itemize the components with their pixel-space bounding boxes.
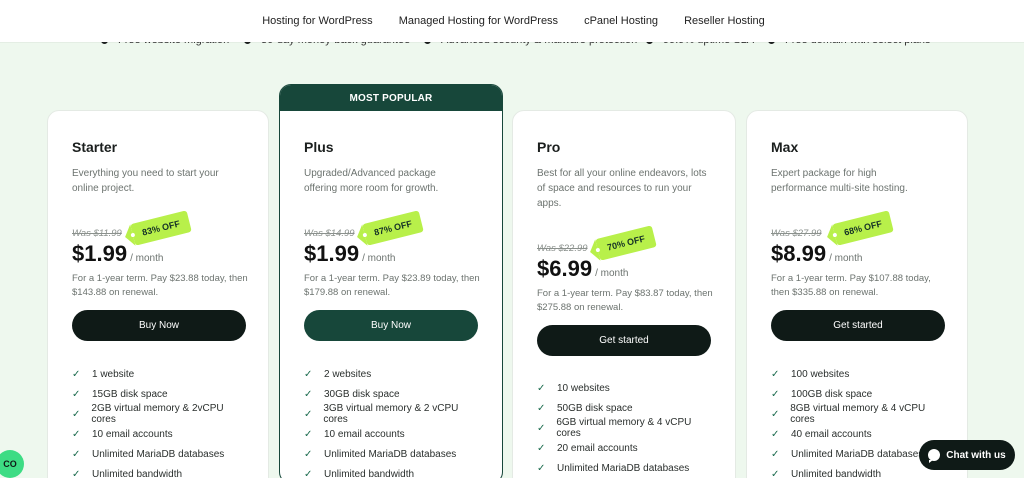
- nav-link-managed-wordpress[interactable]: Managed Hosting for WordPress: [399, 15, 558, 27]
- plan-description: Best for all your online endeavors, lots…: [537, 168, 707, 209]
- check-icon: ✓: [537, 442, 546, 454]
- nav-link-reseller-hosting[interactable]: Reseller Hosting: [684, 15, 765, 27]
- check-icon: ✓: [771, 448, 780, 460]
- check-icon: ✓: [771, 468, 780, 478]
- price: $1.99: [72, 241, 128, 266]
- list-item: ✓ 2GB virtual memory & 2vCPU cores: [72, 403, 224, 425]
- price: $8.99: [771, 241, 827, 266]
- get-started-button[interactable]: Get started: [537, 325, 711, 356]
- top-navigation: Hosting for WordPress Managed Hosting fo…: [0, 0, 1024, 42]
- list-item: ✓ Unlimited MariaDB databases: [537, 462, 690, 474]
- check-icon: ✓: [304, 448, 313, 460]
- get-started-button[interactable]: Get started: [771, 310, 945, 341]
- term-note: For a 1-year term. Pay $23.89 today, the…: [304, 273, 480, 298]
- list-item: ✓ Unlimited bandwidth: [771, 468, 882, 478]
- list-item: ✓ Unlimited MariaDB databases: [771, 448, 924, 460]
- list-item: ✓ 10 email accounts: [72, 428, 173, 440]
- plan-name: Starter: [72, 139, 118, 155]
- check-icon: ✓: [304, 428, 313, 440]
- price-period: / month: [362, 253, 396, 264]
- plan-name: Pro: [537, 139, 561, 155]
- list-item: ✓ 8GB virtual memory & 4 vCPU cores: [771, 403, 926, 425]
- plan-description: Everything you need to start your online…: [72, 168, 219, 194]
- plan-description: Upgraded/Advanced package offering more …: [304, 168, 439, 194]
- check-icon: ✓: [771, 388, 780, 400]
- list-item: ✓ 100 websites: [771, 368, 850, 380]
- check-icon: ✓: [72, 388, 81, 400]
- list-item: ✓ Unlimited MariaDB databases: [304, 448, 457, 460]
- list-item: ✓ 1 website: [72, 368, 135, 380]
- check-icon: ✓: [537, 462, 546, 474]
- check-icon: ✓: [537, 402, 546, 414]
- price: $1.99: [304, 241, 360, 266]
- term-note: For a 1-year term. Pay $83.87 today, the…: [537, 288, 713, 313]
- price-period: / month: [829, 253, 863, 264]
- list-item: ✓ 50GB disk space: [537, 402, 633, 414]
- feature-list: ✓ 10 websites ✓ 50GB disk space ✓ 6GB virtu…: [537, 378, 711, 478]
- list-item: ✓ 30GB disk space: [304, 388, 400, 400]
- list-item: ✓ 20 email accounts: [537, 442, 638, 454]
- feature-list: ✓ 100 websites ✓ 100GB disk space ✓ 8GB vir…: [771, 364, 943, 478]
- nav-link-hosting-wordpress[interactable]: Hosting for WordPress: [262, 15, 372, 27]
- check-icon: ✓: [771, 408, 780, 420]
- list-item: ✓ 10 email accounts: [304, 428, 405, 440]
- chat-with-us-button[interactable]: Chat with us: [919, 440, 1015, 470]
- corner-widget-badge[interactable]: CO: [0, 450, 24, 478]
- check-icon: ✓: [304, 468, 313, 478]
- check-icon: ✓: [537, 382, 546, 394]
- plan-name: Max: [771, 139, 799, 155]
- nav-link-cpanel-hosting[interactable]: cPanel Hosting: [584, 15, 658, 27]
- check-icon: ✓: [72, 368, 81, 380]
- buy-now-button[interactable]: Buy Now: [304, 310, 478, 341]
- check-icon: ✓: [72, 428, 81, 440]
- check-icon: ✓: [72, 468, 81, 478]
- check-icon: ✓: [771, 428, 780, 440]
- price: $6.99: [537, 256, 593, 281]
- list-item: ✓ 15GB disk space: [72, 388, 168, 400]
- feature-list: ✓ 2 websites ✓ 30GB disk space ✓ 3GB virtua…: [304, 364, 478, 478]
- list-item: ✓ 100GB disk space: [771, 388, 873, 400]
- check-icon: ✓: [537, 422, 546, 434]
- check-icon: ✓: [72, 408, 81, 420]
- term-note: For a 1-year term. Pay $23.88 today, the…: [72, 273, 248, 298]
- plan-name: Plus: [304, 139, 334, 155]
- chat-bubble-icon: [928, 449, 941, 463]
- list-item: ✓ 6GB virtual memory & 4 vCPU cores: [537, 417, 692, 439]
- check-icon: ✓: [304, 408, 313, 420]
- plan-card-max: Max Expert package for high performance …: [746, 110, 968, 478]
- plan-card-pro: Pro Best for all your online endeavors, …: [512, 110, 736, 478]
- price-period: / month: [595, 268, 629, 279]
- list-item: ✓ 10 websites: [537, 382, 610, 394]
- term-note: For a 1-year term. Pay $107.88 today, th…: [771, 273, 931, 298]
- plan-card-plus: MOST POPULAR Plus Upgraded/Advanced pack…: [279, 84, 503, 478]
- plan-description: Expert package for high performance mult…: [771, 168, 908, 194]
- buy-now-button[interactable]: Buy Now: [72, 310, 246, 341]
- price-period: / month: [130, 253, 164, 264]
- check-icon: ✓: [72, 448, 81, 460]
- check-icon: ✓: [304, 388, 313, 400]
- feature-list: ✓ 1 website ✓ 15GB disk space ✓ 2GB virtual…: [72, 364, 244, 478]
- plan-card-starter: Starter Everything you need to start you…: [47, 110, 269, 478]
- most-popular-badge: MOST POPULAR: [280, 85, 502, 111]
- check-icon: ✓: [771, 368, 780, 380]
- list-item: ✓ Unlimited MariaDB databases: [72, 448, 225, 460]
- list-item: ✓ 2 websites: [304, 368, 372, 380]
- list-item: ✓ 3GB virtual memory & 2 vCPU cores: [304, 403, 459, 425]
- check-icon: ✓: [304, 368, 313, 380]
- list-item: ✓ Unlimited bandwidth: [72, 468, 183, 478]
- list-item: ✓ 40 email accounts: [771, 428, 872, 440]
- list-item: ✓ Unlimited bandwidth: [304, 468, 415, 478]
